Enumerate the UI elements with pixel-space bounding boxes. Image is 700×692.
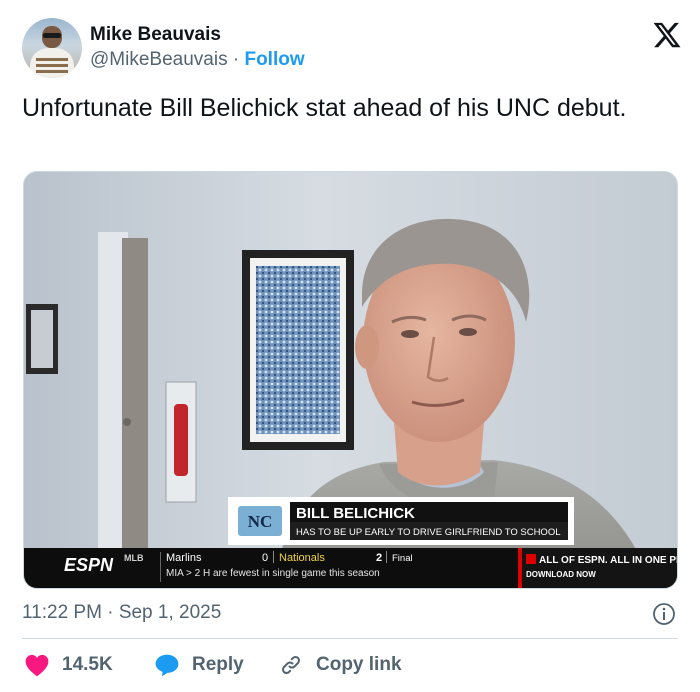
reply-bubble-icon — [155, 654, 179, 677]
promo-title: ALL OF ESPN. ALL IN ONE PLA — [539, 555, 678, 566]
ticker-home-team: Nationals — [279, 552, 325, 564]
lower-third-name: BILL BELICHICK — [296, 505, 415, 522]
tweet-text: Unfortunate Bill Belichick stat ahead of… — [22, 94, 627, 122]
espn-logo: ESPN — [64, 555, 114, 575]
ticker-home-score: 2 — [376, 552, 382, 564]
door-edge — [122, 238, 148, 548]
tweet-actions: 14.5K Reply Copy link — [22, 648, 678, 682]
reply-button[interactable]: Reply — [154, 648, 244, 682]
author-handle[interactable]: @MikeBeauvais — [90, 49, 228, 70]
tweet-meta: 11:22 PM · Sep 1, 2025 — [22, 600, 678, 628]
divider — [22, 638, 678, 639]
fire-extinguisher — [174, 404, 188, 476]
follow-button[interactable]: Follow — [244, 49, 304, 70]
like-count: 14.5K — [62, 654, 113, 675]
ticker-status: Final — [392, 553, 413, 564]
promo-cta: DOWNLOAD NOW — [526, 570, 596, 579]
tweet-header: Mike Beauvais @MikeBeauvais · Follow — [22, 18, 682, 78]
lower-third-subtitle: HAS TO BE UP EARLY TO DRIVE GIRLFRIEND T… — [296, 527, 561, 538]
ticker-away-score: 0 — [262, 552, 268, 564]
copy-link-label: Copy link — [316, 654, 402, 675]
avatar-sunglasses — [43, 33, 61, 38]
x-logo-icon[interactable] — [652, 20, 682, 50]
tweet-timestamp[interactable]: 11:22 PM · Sep 1, 2025 — [22, 602, 221, 624]
tweet-time: 11:22 PM — [22, 602, 102, 623]
svg-text:NC: NC — [248, 512, 273, 531]
heart-icon — [25, 654, 49, 677]
ticker-league: MLB — [124, 553, 144, 563]
copy-link-button[interactable]: Copy link — [278, 648, 402, 682]
avatar[interactable] — [22, 18, 82, 78]
tweet-media-image[interactable]: NC BILL BELICHICK HAS TO BE UP EARLY TO … — [23, 171, 678, 589]
like-button[interactable]: 14.5K — [24, 648, 113, 682]
ticker-away-team: Marlins — [166, 552, 202, 564]
ticker-stat-line: MIA > 2 H are fewest in single game this… — [166, 568, 380, 579]
avatar-shirt — [30, 48, 74, 78]
reply-label: Reply — [192, 654, 244, 675]
author-name[interactable]: Mike Beauvais — [90, 24, 221, 46]
author-handle-line: @MikeBeauvais · Follow — [90, 49, 305, 71]
handle-separator: · — [232, 49, 240, 70]
tweet-date: Sep 1, 2025 — [118, 602, 222, 623]
meta-separator: · — [107, 602, 114, 623]
unc-logo-icon: NC — [238, 506, 282, 536]
espn-app-icon — [526, 554, 536, 564]
door-knob — [123, 418, 131, 426]
broadcast-still: NC BILL BELICHICK HAS TO BE UP EARLY TO … — [24, 172, 678, 588]
avatar-shirt-print — [36, 58, 68, 61]
link-icon — [281, 655, 301, 675]
info-icon[interactable] — [652, 602, 676, 626]
